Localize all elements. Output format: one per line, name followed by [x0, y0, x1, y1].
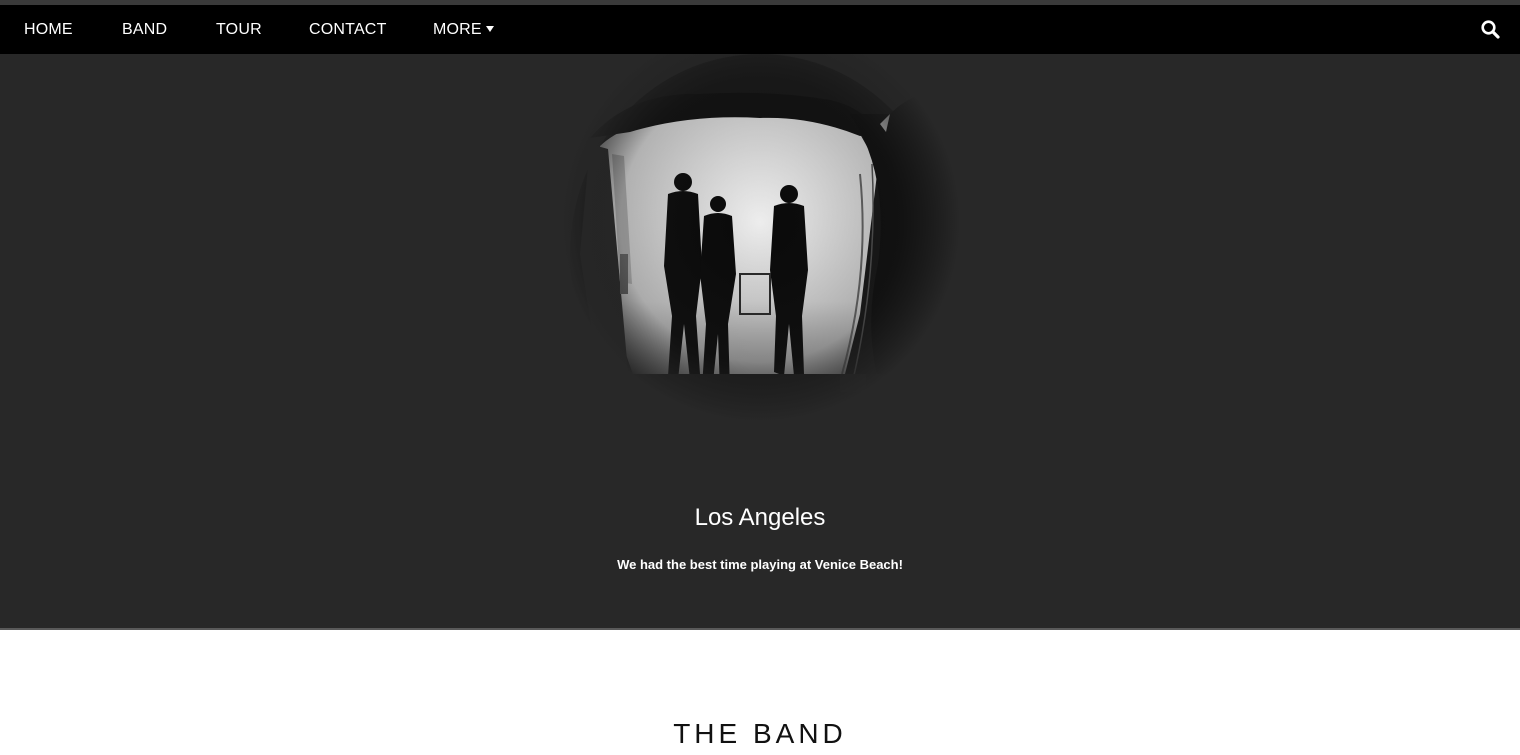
search-icon [1481, 20, 1500, 39]
nav-tour[interactable]: TOUR [216, 5, 262, 54]
navbar: HOME BAND TOUR CONTACT MORE [0, 5, 1520, 54]
search-button[interactable] [1480, 19, 1502, 41]
hero-band-photo [560, 54, 960, 454]
hero-section: Los Angeles We had the best time playing… [0, 54, 1520, 628]
nav-more-label: MORE [433, 21, 482, 38]
nav-home[interactable]: HOME [24, 5, 73, 54]
hero-title: Los Angeles [694, 504, 826, 531]
band-section-title: THE BAND [673, 718, 847, 749]
nav-more-dropdown[interactable]: MORE [433, 5, 494, 54]
nav-contact[interactable]: CONTACT [309, 5, 387, 54]
nav-band[interactable]: BAND [122, 5, 167, 54]
caret-down-icon [485, 26, 494, 32]
hero-caption: We had the best time playing at Venice B… [617, 557, 903, 572]
band-section: THE BAND [0, 630, 1520, 755]
